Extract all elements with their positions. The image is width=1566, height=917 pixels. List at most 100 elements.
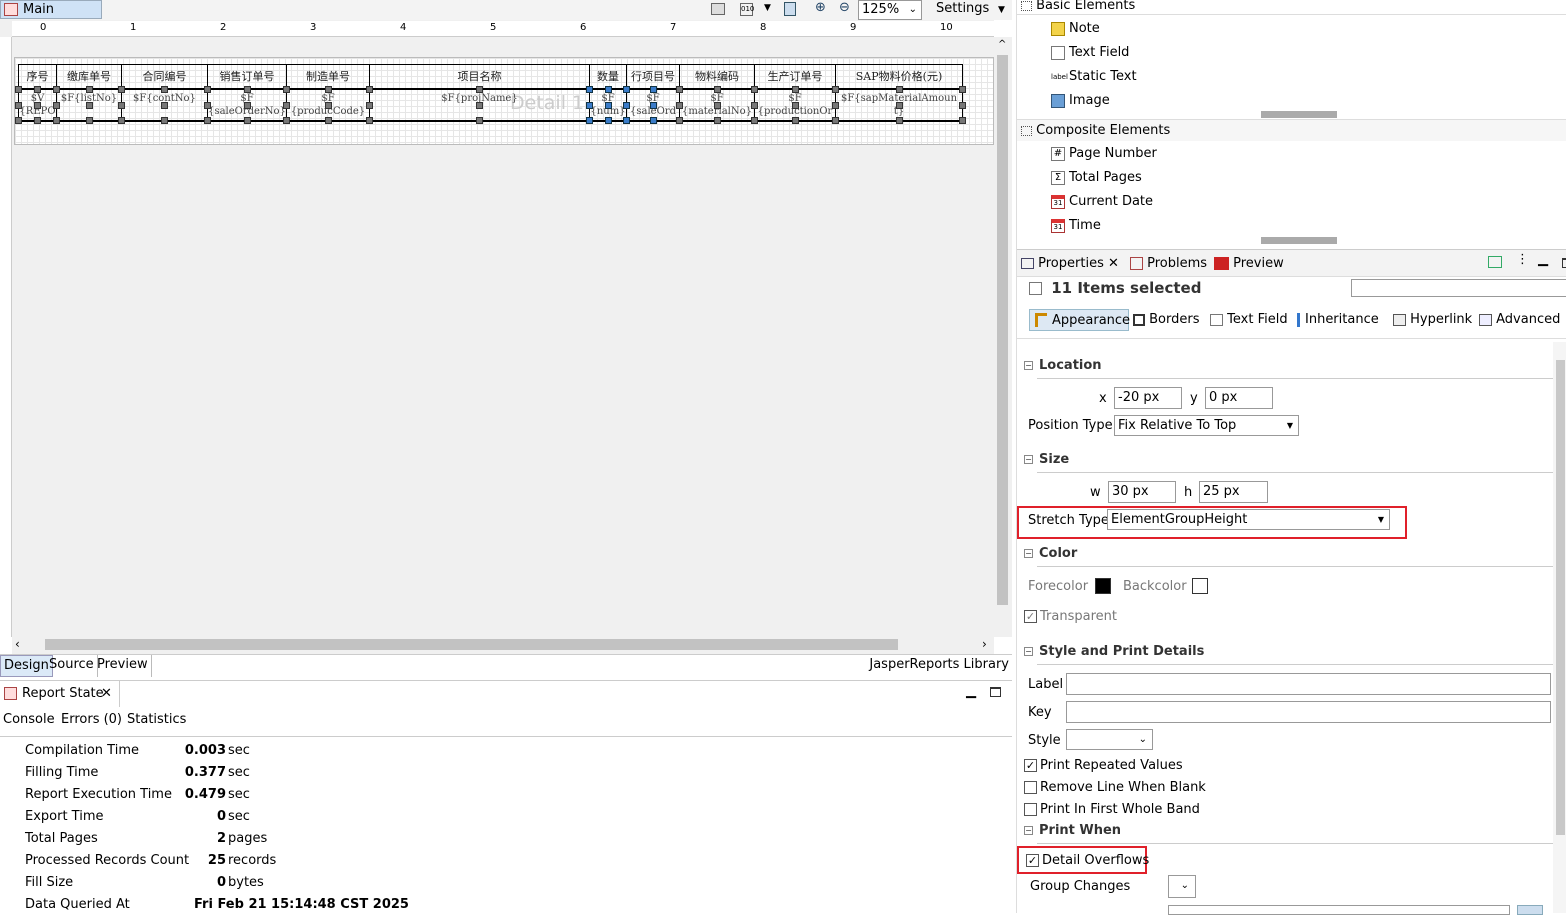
collapse-icon[interactable]: − xyxy=(1024,361,1033,370)
maximize-icon[interactable] xyxy=(1562,258,1566,268)
collapse-icon[interactable]: − xyxy=(1024,549,1033,558)
selection-handle[interactable] xyxy=(34,117,41,124)
tab-appearance[interactable]: Appearance xyxy=(1029,309,1130,331)
selection-handle[interactable] xyxy=(118,117,125,124)
selection-handle[interactable] xyxy=(85,86,93,93)
selection-handle[interactable] xyxy=(586,86,593,93)
section-print-when[interactable]: − Print When xyxy=(1024,823,1121,838)
scroll-up-icon[interactable]: ^ xyxy=(998,39,1006,50)
section-color[interactable]: − Color xyxy=(1024,546,1077,561)
selection-handle[interactable] xyxy=(959,102,966,109)
selection-handle[interactable] xyxy=(15,102,22,109)
selection-handle[interactable] xyxy=(161,102,168,109)
palette-item-current-date[interactable]: 31 Current Date xyxy=(1051,192,1153,212)
tab-source[interactable]: Source xyxy=(46,655,98,677)
transparent-checkbox[interactable]: ✓ Transparent xyxy=(1024,607,1117,627)
style-select[interactable]: ⌄ xyxy=(1066,729,1153,750)
layout-icon[interactable] xyxy=(711,3,725,15)
tab-preview-view[interactable]: Preview xyxy=(1214,253,1284,275)
minimize-icon[interactable]: ▁ xyxy=(1538,252,1548,267)
palette-item-text-field[interactable]: Text Field xyxy=(1051,43,1129,63)
position-type-select[interactable]: Fix Relative To Top ▼ xyxy=(1114,415,1299,436)
print-first-checkbox[interactable]: Print In First Whole Band xyxy=(1024,800,1200,820)
selection-handle[interactable] xyxy=(832,117,839,124)
dropdown-arrow-icon[interactable]: ▼ xyxy=(764,3,771,13)
selection-handle[interactable] xyxy=(604,86,612,93)
selection-handle[interactable] xyxy=(895,117,903,124)
settings-button[interactable]: Settings ▼ xyxy=(930,0,1010,20)
selection-handle[interactable] xyxy=(161,117,168,124)
selection-handle[interactable] xyxy=(713,117,721,124)
selection-handle[interactable] xyxy=(676,86,683,93)
tab-errors[interactable]: Errors (0) xyxy=(61,712,122,727)
selection-handle[interactable] xyxy=(243,86,251,93)
selection-handle[interactable] xyxy=(649,102,657,109)
palette-item-total-pages[interactable]: Σ Total Pages xyxy=(1051,168,1142,188)
tab-hyperlink[interactable]: Hyperlink xyxy=(1393,309,1472,331)
selection-handle[interactable] xyxy=(85,102,93,109)
selection-handle[interactable] xyxy=(649,86,657,93)
vertical-scroll-thumb[interactable] xyxy=(997,55,1008,605)
selection-handle[interactable] xyxy=(751,86,758,93)
selection-handle[interactable] xyxy=(604,117,612,124)
label-input[interactable] xyxy=(1066,673,1551,695)
selection-handle[interactable] xyxy=(791,102,799,109)
selection-handle[interactable] xyxy=(676,102,683,109)
remove-line-checkbox[interactable]: Remove Line When Blank xyxy=(1024,778,1206,798)
minimize-icon[interactable]: ▁ xyxy=(966,684,976,699)
selection-handle[interactable] xyxy=(713,86,721,93)
selection-handle[interactable] xyxy=(476,102,483,109)
selection-handle[interactable] xyxy=(53,117,60,124)
tab-preview[interactable]: Preview xyxy=(94,655,152,677)
print-when-expression-input[interactable] xyxy=(1168,905,1510,915)
tab-problems[interactable]: Problems xyxy=(1130,253,1207,275)
selection-filter-input[interactable] xyxy=(1351,279,1566,297)
print-repeated-checkbox[interactable]: ✓ Print Repeated Values xyxy=(1024,756,1183,776)
zoom-select[interactable]: 125% ⌄ xyxy=(858,0,922,20)
selection-handle[interactable] xyxy=(324,86,332,93)
selection-handle[interactable] xyxy=(895,86,903,93)
selection-handle[interactable] xyxy=(283,102,290,109)
forecolor-swatch[interactable] xyxy=(1095,578,1111,594)
tab-statistics[interactable]: Statistics xyxy=(127,712,186,727)
tab-report-state[interactable]: Report State ✕ xyxy=(0,681,120,707)
section-size[interactable]: − Size xyxy=(1024,452,1069,467)
group-changes-select[interactable]: ⌄ xyxy=(1168,875,1196,898)
selection-handle[interactable] xyxy=(283,117,290,124)
selection-handle[interactable] xyxy=(243,117,251,124)
selection-handle[interactable] xyxy=(53,86,60,93)
selection-handle[interactable] xyxy=(283,86,290,93)
selection-handle[interactable] xyxy=(15,86,22,93)
selection-handle[interactable] xyxy=(366,102,373,109)
selection-handle[interactable] xyxy=(204,86,211,93)
zoom-out-icon[interactable]: ⊖ xyxy=(839,0,850,15)
selection-handle[interactable] xyxy=(161,86,168,93)
selection-handle[interactable] xyxy=(959,86,966,93)
selection-handle[interactable] xyxy=(895,102,903,109)
selection-handle[interactable] xyxy=(204,117,211,124)
properties-scroll-thumb[interactable] xyxy=(1556,360,1565,835)
selection-handle[interactable] xyxy=(118,102,125,109)
selection-handle[interactable] xyxy=(586,117,593,124)
selection-handle[interactable] xyxy=(34,86,41,93)
stretch-type-select[interactable]: ElementGroupHeight ▼ xyxy=(1107,509,1390,530)
report-page[interactable]: Detail 1 序号$V {REPOR缴库单号$F{listNo}合同编号$F… xyxy=(14,57,994,145)
export-icon[interactable] xyxy=(784,2,796,16)
close-icon[interactable]: ✕ xyxy=(101,681,112,707)
selection-handle[interactable] xyxy=(586,102,593,109)
selection-handle[interactable] xyxy=(324,117,332,124)
selection-handle[interactable] xyxy=(366,86,373,93)
basic-elements-header[interactable]: Basic Elements xyxy=(1021,0,1135,12)
selection-handle[interactable] xyxy=(476,86,483,93)
selection-handle[interactable] xyxy=(623,102,630,109)
scroll-left-icon[interactable]: ‹ xyxy=(15,637,20,651)
selection-handle[interactable] xyxy=(118,86,125,93)
horizontal-scrollbar[interactable]: ‹ › xyxy=(12,636,994,654)
palette-item-static-text[interactable]: labelStatic Text xyxy=(1051,67,1137,87)
tab-inheritance[interactable]: Inheritance xyxy=(1297,309,1379,331)
tab-borders[interactable]: Borders xyxy=(1133,309,1200,331)
palette-item-page-number[interactable]: # Page Number xyxy=(1051,144,1157,164)
backcolor-swatch[interactable] xyxy=(1192,578,1208,594)
collapse-icon[interactable]: − xyxy=(1024,647,1033,656)
selection-handle[interactable] xyxy=(476,117,483,124)
